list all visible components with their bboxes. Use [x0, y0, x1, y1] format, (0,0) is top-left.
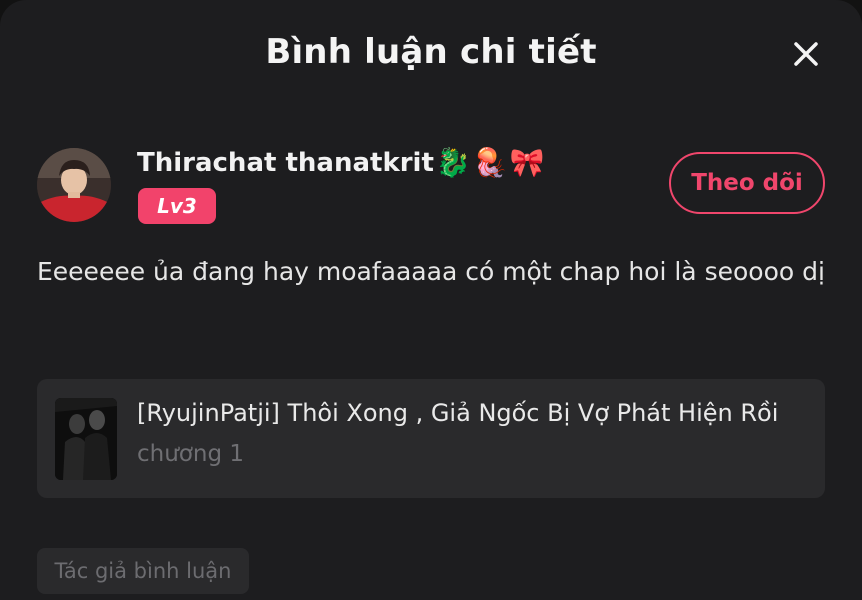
avatar[interactable]: [37, 148, 111, 222]
username[interactable]: Thirachat thanatkrit 🐉 🪼 🎀: [137, 148, 545, 178]
author-comment-tag: Tác giả bình luận: [37, 548, 249, 594]
level-badge: Lv3: [138, 188, 216, 224]
jellyfish-icon: 🪼: [472, 146, 508, 179]
close-icon[interactable]: [788, 36, 824, 72]
username-text: Thirachat thanatkrit: [137, 148, 434, 178]
chapter-number: chương 1: [137, 441, 244, 467]
follow-button[interactable]: Theo dõi: [669, 152, 825, 214]
ribbon-icon: 🎀: [509, 146, 545, 179]
chapter-thumbnail: [55, 398, 117, 480]
comment-detail-modal: Bình luận chi tiết Thirachat thanatkrit …: [0, 0, 862, 600]
modal-header: Bình luận chi tiết: [0, 0, 862, 110]
comment-author: Thirachat thanatkrit 🐉 🪼 🎀 Lv3 Theo dõi: [37, 148, 825, 228]
chapter-card[interactable]: [RyujinPatji] Thôi Xong , Giả Ngốc Bị Vợ…: [37, 379, 825, 498]
page-title: Bình luận chi tiết: [265, 32, 597, 72]
dragon-icon: 🐉: [435, 146, 471, 179]
comment-text: Eeeeeee ủa đang hay moafaaaaa có một cha…: [37, 257, 825, 286]
chapter-title: [RyujinPatji] Thôi Xong , Giả Ngốc Bị Vợ…: [137, 399, 779, 427]
